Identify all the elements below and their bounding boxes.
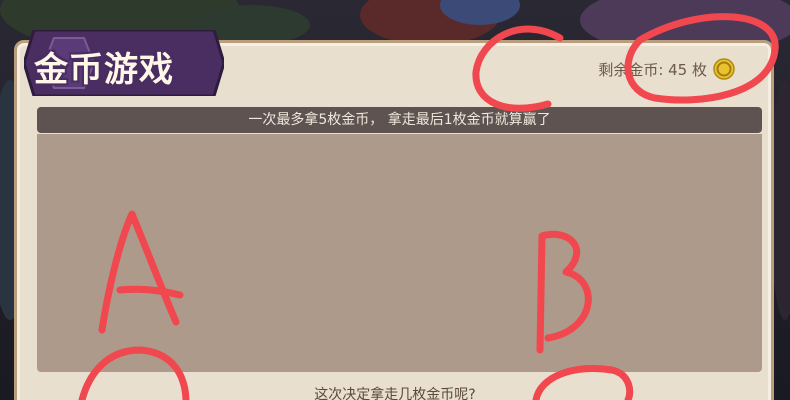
content-area (37, 134, 762, 372)
coin-icon (713, 58, 735, 80)
coins-remaining-label: 剩余金币: 45 枚 (598, 60, 707, 79)
dialog-title: 金币游戏 (34, 50, 174, 90)
instruction-bar: 一次最多拿5枚金币， 拿走最后1枚金币就算赢了 (37, 107, 762, 133)
game-screen: 金币游戏 剩余金币: 45 枚 一次最多拿5枚金币， 拿走最后1枚金币就算赢了 … (0, 0, 790, 400)
coins-remaining: 剩余金币: 45 枚 (598, 58, 735, 80)
question-prompt: 这次决定拿走几枚金币呢? (314, 387, 476, 400)
